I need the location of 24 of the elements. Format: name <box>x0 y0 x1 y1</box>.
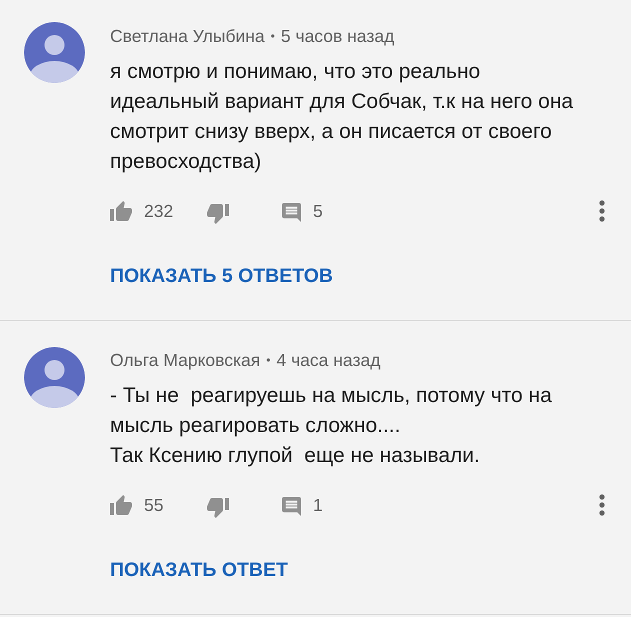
comment-text: я смотрю и понимаю, что это реально идеальный вариант для Собчак, т.к на него она смотрит снизу вверх, а он писается от своего превосходства) <box>110 59 574 175</box>
comment-icon[interactable] <box>282 496 301 516</box>
comment-text: - Ты не реагируешь на мысль, потому что на мысль реагировать сложно.... Так Ксению глупой еще не называли. <box>110 383 553 469</box>
like-count: 232 <box>144 200 174 222</box>
thumb-down-icon[interactable] <box>207 204 229 224</box>
separator-dot: • <box>270 29 275 43</box>
thumb-up-icon[interactable] <box>110 495 132 515</box>
thumb-up-icon[interactable] <box>110 201 132 221</box>
more-options-icon[interactable] <box>599 494 605 516</box>
reply-count: 5 <box>313 200 323 222</box>
comment-time[interactable]: 4 часа назад <box>276 350 380 370</box>
thumb-down-icon[interactable] <box>207 498 229 518</box>
avatar-icon[interactable] <box>24 22 85 83</box>
like-count: 55 <box>144 494 164 516</box>
show-replies-button[interactable]: ПОКАЗАТЬ ОТВЕТ <box>110 550 288 590</box>
author-name[interactable]: Ольга Марковская <box>110 350 260 370</box>
show-replies-button[interactable]: ПОКАЗАТЬ 5 ОТВЕТОВ <box>110 256 333 296</box>
comment-time[interactable]: 5 часов назад <box>280 26 394 46</box>
author-name[interactable]: Светлана Улыбина <box>110 26 265 46</box>
avatar-icon[interactable] <box>24 347 85 408</box>
comment-icon[interactable] <box>282 202 301 222</box>
separator-dot: • <box>266 353 270 367</box>
more-options-icon[interactable] <box>599 200 605 222</box>
reply-count: 1 <box>313 494 323 516</box>
